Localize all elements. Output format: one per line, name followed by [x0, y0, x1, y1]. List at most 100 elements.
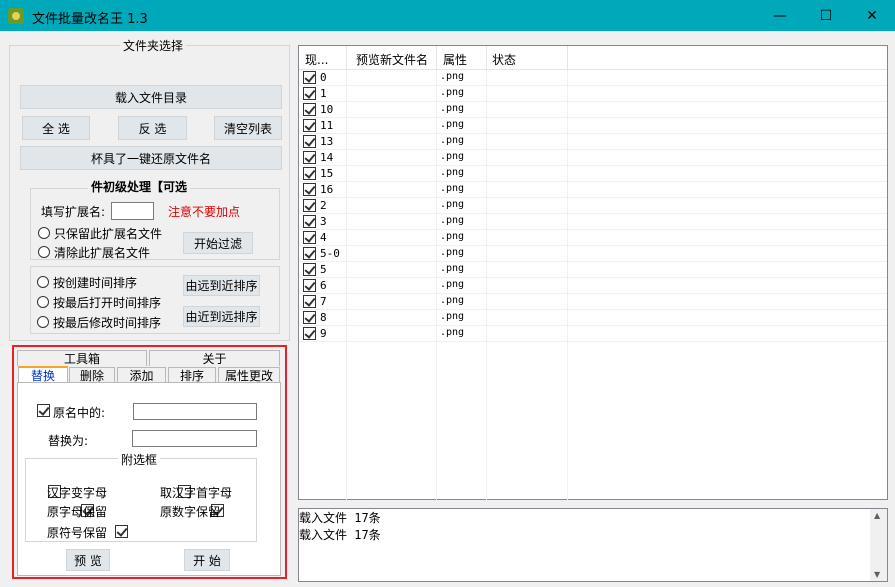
table-row[interactable]: 5-0 .png	[299, 246, 887, 262]
keep-ext-radio[interactable]	[38, 227, 50, 239]
table-row[interactable]: 4 .png	[299, 230, 887, 246]
clear-list-button[interactable]: 清空列表	[214, 116, 282, 140]
row-checkbox[interactable]	[303, 135, 316, 148]
ext-note: 注意不要加点	[168, 205, 241, 219]
options-label: 附选框	[118, 451, 161, 468]
row-ext: .png	[440, 215, 465, 226]
scroll-down-icon[interactable]: ▼	[874, 570, 880, 579]
row-checkbox[interactable]	[303, 103, 316, 116]
maximize-button[interactable]: ☐	[803, 0, 849, 31]
table-row[interactable]: 0 .png	[299, 70, 887, 86]
table-row[interactable]: 13 .png	[299, 134, 887, 150]
tab-replace[interactable]: 替换	[18, 366, 68, 383]
sort-far-to-near-button[interactable]: 由远到近排序	[183, 275, 260, 296]
sort-opened-radio[interactable]	[37, 296, 49, 308]
invert-selection-button[interactable]: 反 选	[118, 116, 187, 140]
table-row[interactable]: 1 .png	[299, 86, 887, 102]
row-checkbox[interactable]	[303, 295, 316, 308]
row-checkbox[interactable]	[303, 183, 316, 196]
row-checkbox[interactable]	[303, 119, 316, 132]
row-name: 15	[320, 167, 334, 180]
sort-created-radio[interactable]	[37, 276, 49, 288]
row-checkbox[interactable]	[303, 87, 316, 100]
tab-about[interactable]: 关于	[149, 350, 280, 366]
scroll-up-icon[interactable]: ▲	[874, 511, 880, 520]
table-row[interactable]: 3 .png	[299, 214, 887, 230]
table-row[interactable]: 7 .png	[299, 294, 887, 310]
row-name: 4	[320, 231, 327, 244]
ext-input[interactable]	[111, 202, 154, 220]
row-checkbox[interactable]	[303, 279, 316, 292]
list-rows: 0 .png 1 .png 10 .png 11 .png 13 .png 14 .png 15 .png…	[299, 70, 887, 342]
keep-ext-label: 只保留此扩展名文件	[54, 227, 163, 241]
table-row[interactable]: 14 .png	[299, 150, 887, 166]
row-checkbox[interactable]	[303, 167, 316, 180]
log-scrollbar[interactable]: ▲ ▼	[870, 509, 887, 581]
ext-label: 填写扩展名:	[41, 205, 106, 219]
row-name: 7	[320, 295, 327, 308]
table-row[interactable]: 16 .png	[299, 182, 887, 198]
row-checkbox[interactable]	[303, 71, 316, 84]
replace-with-input[interactable]	[132, 430, 257, 447]
table-row[interactable]: 15 .png	[299, 166, 887, 182]
tab-attributes[interactable]: 属性更改	[218, 367, 280, 383]
row-ext: .png	[440, 119, 465, 130]
row-checkbox[interactable]	[303, 231, 316, 244]
row-checkbox[interactable]	[303, 327, 316, 340]
log-area[interactable]: 载入文件 17条 载入文件 17条	[298, 508, 888, 582]
row-name: 9	[320, 327, 327, 340]
restore-names-button[interactable]: 杯具了一键还原文件名	[20, 146, 282, 170]
tab-toolbox[interactable]: 工具箱	[17, 350, 147, 366]
sort-opened-label: 按最后打开时间排序	[53, 296, 162, 310]
table-row[interactable]: 8 .png	[299, 310, 887, 326]
folder-group-label: 文件夹选择	[120, 37, 187, 54]
close-button[interactable]: ✕	[849, 0, 895, 31]
start-button[interactable]: 开 始	[184, 549, 230, 571]
row-checkbox[interactable]	[303, 247, 316, 260]
select-all-button[interactable]: 全 选	[22, 116, 90, 140]
row-ext: .png	[440, 151, 465, 162]
sort-created-label: 按创建时间排序	[53, 276, 138, 290]
log-line: 载入文件 17条	[299, 528, 381, 542]
file-list[interactable]: 现... 预览新文件名 属性 状态 0 .png 1 .png 10 .png 11 .png…	[298, 45, 888, 500]
table-row[interactable]: 9 .png	[299, 326, 887, 342]
col-current-name[interactable]: 现...	[305, 51, 328, 68]
row-ext: .png	[440, 87, 465, 98]
row-name: 6	[320, 279, 327, 292]
table-row[interactable]: 6 .png	[299, 278, 887, 294]
row-ext: .png	[440, 263, 465, 274]
tab-sort[interactable]: 排序	[168, 367, 216, 383]
col-preview-name[interactable]: 预览新文件名	[356, 51, 428, 68]
original-name-checkbox[interactable]	[37, 404, 50, 417]
row-checkbox[interactable]	[303, 263, 316, 276]
row-checkbox[interactable]	[303, 151, 316, 164]
table-row[interactable]: 11 .png	[299, 118, 887, 134]
sort-modified-radio[interactable]	[37, 316, 49, 328]
replace-with-label: 替换为:	[48, 434, 89, 448]
original-name-input[interactable]	[133, 403, 257, 420]
remove-ext-label: 清除此扩展名文件	[54, 246, 151, 260]
table-row[interactable]: 5 .png	[299, 262, 887, 278]
col-status[interactable]: 状态	[492, 51, 516, 68]
title-bar: 文件批量改名王 1.3 — ☐ ✕	[0, 0, 895, 31]
col-attribute[interactable]: 属性	[443, 51, 467, 68]
sort-near-to-far-button[interactable]: 由近到远排序	[183, 306, 260, 327]
minimize-button[interactable]: —	[757, 0, 803, 31]
preview-button[interactable]: 预 览	[66, 549, 110, 571]
row-name: 3	[320, 215, 327, 228]
row-ext: .png	[440, 183, 465, 194]
remove-ext-radio[interactable]	[38, 246, 50, 258]
start-filter-button[interactable]: 开始过滤	[183, 232, 253, 254]
keep-symbols-checkbox[interactable]	[115, 525, 129, 538]
row-name: 10	[320, 103, 334, 116]
row-checkbox[interactable]	[303, 199, 316, 212]
tab-add[interactable]: 添加	[117, 367, 166, 383]
tab-delete[interactable]: 删除	[69, 367, 115, 383]
row-checkbox[interactable]	[303, 311, 316, 324]
table-row[interactable]: 10 .png	[299, 102, 887, 118]
table-row[interactable]: 2 .png	[299, 198, 887, 214]
ext-filter-label: 件初级处理【可选	[88, 178, 191, 195]
row-ext: .png	[440, 247, 465, 258]
row-checkbox[interactable]	[303, 215, 316, 228]
load-folder-button[interactable]: 载入文件目录	[20, 85, 282, 109]
